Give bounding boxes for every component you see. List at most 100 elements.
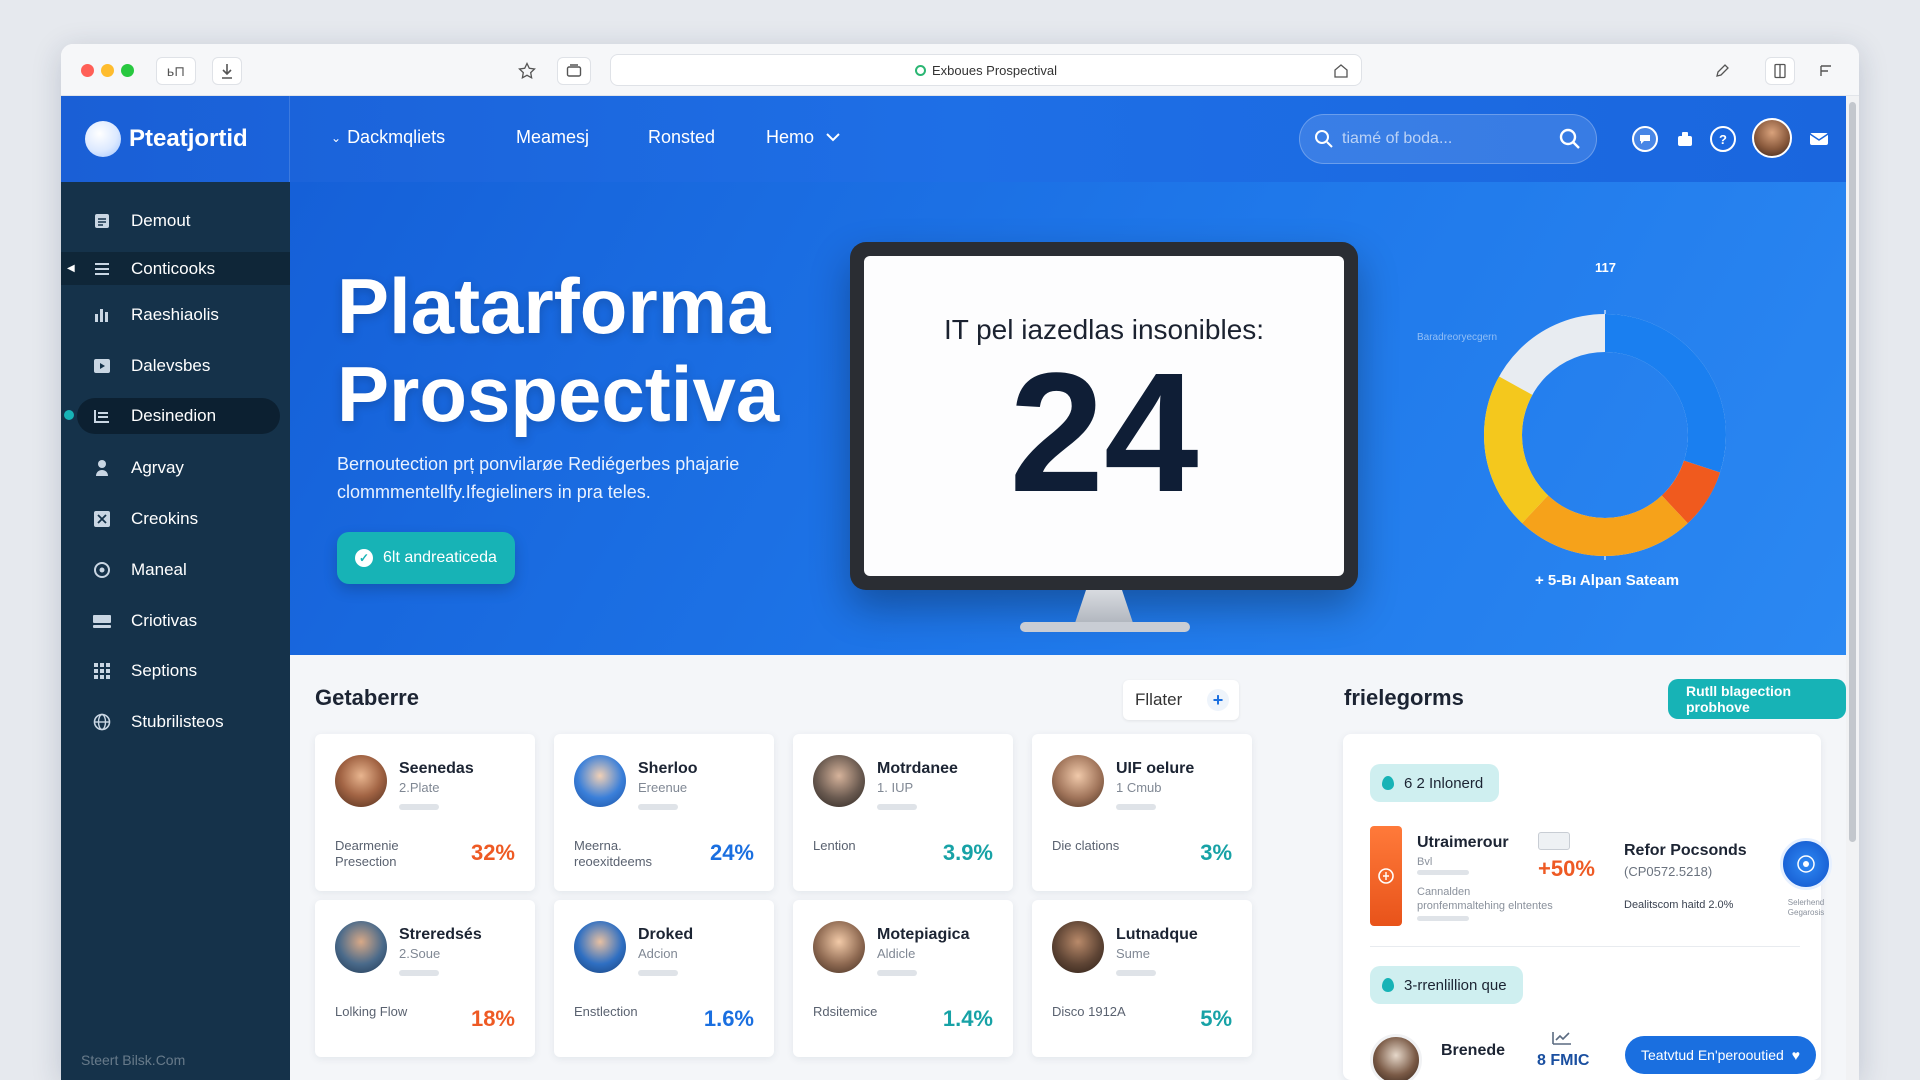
sidebar-item-stubrilisteos[interactable]: Stubrilisteos: [61, 706, 290, 738]
address-bar[interactable]: Exboues Prospectival: [610, 54, 1362, 86]
card-label: Disco 1912A: [1052, 1004, 1126, 1019]
box-icon: [1678, 132, 1692, 146]
menu-button[interactable]: [1813, 58, 1839, 84]
filter-button[interactable]: Fllater +: [1123, 680, 1239, 720]
sidebar-item-demout[interactable]: Demout: [61, 205, 290, 237]
filter-label: Fllater: [1135, 690, 1183, 709]
card-role: Aldicle: [877, 946, 916, 961]
tabs-button[interactable]: [557, 57, 591, 85]
card-bar: [638, 804, 678, 810]
card-percent: 1.6%: [703, 1006, 754, 1031]
bookmark-button[interactable]: [514, 58, 540, 84]
nav-item-meamesj[interactable]: Meamesj: [516, 127, 589, 148]
scrollbar-thumb[interactable]: [1849, 102, 1856, 842]
avatar: [335, 921, 387, 973]
play-icon: [91, 356, 113, 376]
card-label: Enstlection: [574, 1004, 638, 1019]
sidebar-item-dalevsbes[interactable]: Dalevsbes: [61, 350, 290, 382]
search-box[interactable]: [1299, 114, 1597, 164]
minimize-window-button[interactable]: [101, 64, 114, 77]
badge-icon: [1780, 838, 1832, 890]
help-button[interactable]: ?: [1710, 126, 1736, 152]
profile-card[interactable]: Lutnadque Sume Disco 1912A 5%: [1032, 900, 1252, 1057]
item-title: Utraimerour: [1417, 834, 1509, 851]
download-button[interactable]: [212, 57, 242, 85]
card-name: Motepiagica: [877, 926, 970, 943]
donut-chart: [1484, 310, 1726, 560]
item-bar: [1417, 870, 1469, 875]
card-label: Lention: [813, 838, 856, 853]
profile-card[interactable]: Motepiagica Aldicle Rdsitemice 1.4%: [793, 900, 1013, 1057]
card-name: Droked: [638, 926, 694, 943]
status-pill[interactable]: 3-rrenlillion que: [1370, 966, 1523, 1004]
brand[interactable]: Pteatjortid: [61, 96, 290, 182]
edit-button[interactable]: [1709, 58, 1735, 84]
sidebar-item-creokins[interactable]: Creokins: [61, 503, 290, 535]
refor-badge: Selerhend Gegarosis: [1787, 898, 1825, 917]
profile-card[interactable]: UIF oelure 1 Cmub Die clations 3%: [1032, 734, 1252, 891]
nav-item-ronsted[interactable]: Ronsted: [648, 127, 715, 148]
nav-item-hemo[interactable]: Hemo: [766, 127, 840, 148]
sidebar-footer: Steert Bilsk.Com: [81, 1052, 186, 1068]
sidebar-item-criotivas[interactable]: Criotivas: [61, 605, 290, 637]
globe-icon: [91, 712, 113, 732]
frielegorms-cta-button[interactable]: Rutll blagection probhove: [1668, 679, 1846, 719]
sidebar: Demout ◀ Conticooks Raeshiaolis Dalevsbe…: [61, 182, 290, 1080]
card-role: Ereenue: [638, 780, 688, 795]
card-label: Dearmenie Presection: [335, 838, 399, 869]
hero-cta-button[interactable]: ✓ 6lt andreaticeda: [337, 532, 515, 584]
hero-title-line2: Prospectiva: [337, 350, 780, 438]
profile-card[interactable]: Motrdanee 1. IUP Lention 3.9%: [793, 734, 1013, 891]
plus-icon[interactable]: +: [1207, 689, 1229, 711]
maximize-window-button[interactable]: [121, 64, 134, 77]
bottom-value: 8 FMIC: [1537, 1052, 1590, 1069]
profile-card[interactable]: Streredsés 2.Soue Lolking Flow 18%: [315, 900, 535, 1057]
caret-left-icon: ◀: [67, 263, 75, 274]
reader-button[interactable]: [1765, 57, 1795, 85]
profile-card[interactable]: Sherloo Ereenue Meerna. reoexitdeems 24%: [554, 734, 774, 891]
monitor-stand-base: [1020, 622, 1190, 632]
document-icon: [91, 211, 113, 231]
main-content: Getaberre Fllater + Seenedas 2.Plate Dea…: [290, 655, 1846, 1080]
sidebar-item-label: Septions: [131, 661, 198, 680]
sidebar-item-septions[interactable]: Septions: [61, 655, 290, 687]
item-sub: Bvl: [1417, 856, 1433, 868]
menu-icon: [1820, 65, 1831, 76]
close-window-button[interactable]: [81, 64, 94, 77]
card-label: Lolking Flow: [335, 1004, 408, 1019]
frielegorms-title: frielegorms: [1344, 685, 1464, 710]
divider: [1370, 946, 1800, 947]
sidebar-item-raeshiaolis[interactable]: Raeshiaolis: [61, 299, 290, 331]
sidebar-item-label: Criotivas: [131, 611, 198, 630]
sidebar-toggle-button[interactable]: ь⊓: [156, 57, 196, 85]
apps-button[interactable]: [1672, 126, 1698, 152]
search-input[interactable]: [1342, 130, 1558, 148]
card-bar: [399, 804, 439, 810]
sidebar-item-maneal[interactable]: Maneal: [61, 554, 290, 586]
card-bar: [399, 970, 439, 976]
item-percent: +50%: [1538, 856, 1595, 881]
messages-button[interactable]: [1632, 126, 1658, 152]
brand-name: Pteatjortid: [129, 125, 248, 152]
mail-button[interactable]: [1806, 126, 1832, 152]
nav-item-dackmqliets[interactable]: ⌄ Dackmqliets: [331, 127, 445, 148]
sidebar-item-conticooks[interactable]: ◀ Conticooks: [61, 252, 290, 285]
sidebar-item-desinedion[interactable]: Desinedion: [61, 398, 280, 434]
profile-card[interactable]: Seenedas 2.Plate Dearmenie Presection 32…: [315, 734, 535, 891]
search-submit-icon[interactable]: [1558, 127, 1582, 151]
status-pill[interactable]: 6 2 Inlonerd: [1370, 764, 1500, 802]
sidebar-item-agrvay[interactable]: Agrvay: [61, 452, 290, 484]
card-percent: 32%: [470, 840, 515, 865]
card-label: Rdsitemice: [813, 1004, 878, 1019]
profile-card[interactable]: Droked Adcion Enstlection 1.6%: [554, 900, 774, 1057]
sidebar-item-label: Stubrilisteos: [131, 712, 224, 731]
bottom-name: Brenede: [1441, 1042, 1506, 1059]
sidebar-item-label: Dalevsbes: [131, 356, 211, 375]
bottom-action-button[interactable]: Teatvtud En'perooutied ♥: [1625, 1036, 1817, 1074]
card-bar: [1116, 804, 1156, 810]
monitor-stand-neck: [1074, 590, 1134, 626]
sidebar-item-label: Maneal: [131, 560, 187, 579]
user-avatar[interactable]: [1752, 118, 1792, 158]
card-percent: 3.9%: [942, 840, 993, 865]
share-icon[interactable]: [1333, 63, 1349, 79]
